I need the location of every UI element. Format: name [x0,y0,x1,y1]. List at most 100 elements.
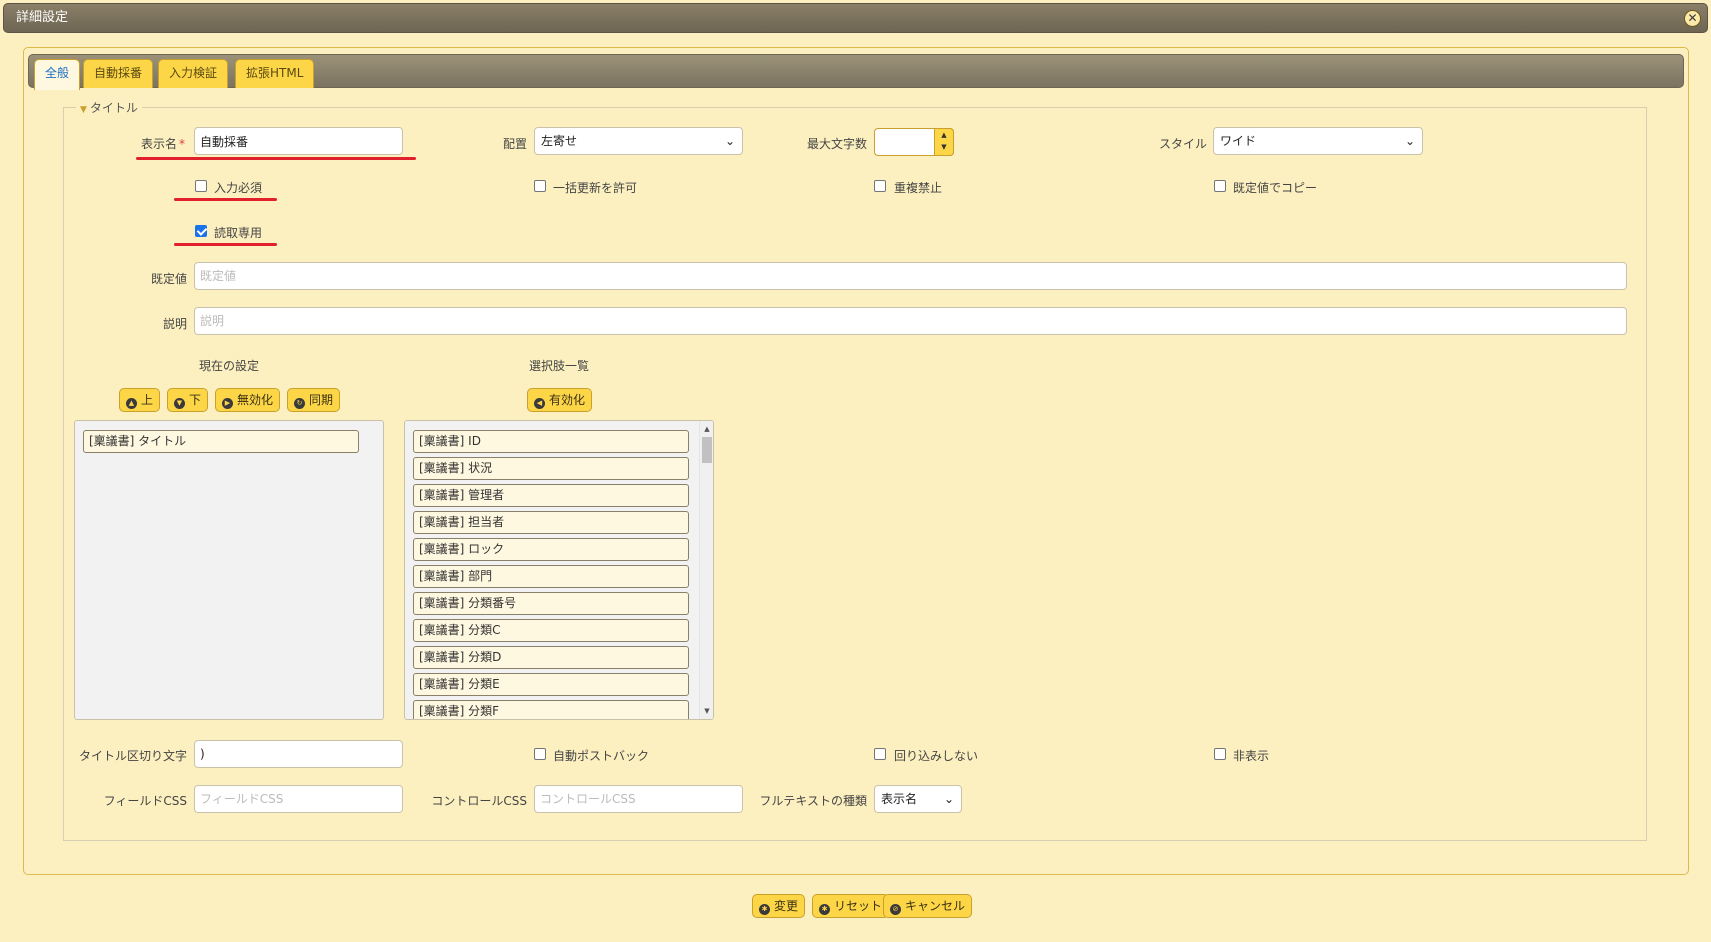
alignment-select[interactable]: 左寄せ ⌄ [534,127,743,155]
control-css-input[interactable] [534,785,743,813]
highlight-underline [174,243,277,246]
list-item[interactable]: [稟議書] 担当者 [413,511,689,534]
default-value-label: 既定値 [150,272,187,286]
read-only-checkbox[interactable] [195,225,207,237]
cancel-icon: ⊘ [890,904,901,915]
move-up-label: 上 [141,393,154,407]
max-length-label: 最大文字数 [806,137,867,151]
field-css-label: フィールドCSS [103,794,187,808]
change-button[interactable]: ✱ 変更 [752,894,806,918]
spinner-arrows-icon[interactable]: ▲ ▼ [934,128,954,156]
chevron-down-icon: ⌄ [724,134,735,148]
fulltext-type-label: フルテキストの種類 [759,794,867,808]
display-name-input[interactable] [194,127,403,155]
scroll-up-icon[interactable]: ▲ [700,425,713,433]
cancel-button[interactable]: ⊘ キャンセル [883,894,973,918]
read-only-label: 読取専用 [214,226,263,240]
tab-extended-html[interactable]: 拡張HTML [235,59,315,88]
scroll-down-icon[interactable]: ▼ [700,707,713,715]
sync-label: 同期 [309,393,334,407]
list-item[interactable]: [稟議書] 分類F [413,700,689,719]
list-item[interactable]: [稟議書] タイトル [83,430,359,453]
list-item[interactable]: [稟議書] 分類C [413,619,689,642]
fulltext-type-value: 表示名 [881,792,918,806]
enable-label: 有効化 [549,393,586,407]
cancel-label: キャンセル [905,899,966,913]
list-item[interactable]: [稟議書] ロック [413,538,689,561]
chevron-down-icon: ⌄ [1404,134,1415,148]
disable-label: 無効化 [237,393,274,407]
fulltext-type-select[interactable]: 表示名 ⌄ [874,785,962,813]
current-settings-heading: 現在の設定 [199,359,260,373]
list-item[interactable]: [稟議書] 管理者 [413,484,689,507]
description-input[interactable] [194,307,1627,335]
close-icon[interactable]: ✕ [1684,10,1701,27]
options-list[interactable]: [稟議書] ID [稟議書] 状況 [稟議書] 管理者 [稟議書] 担当者 [稟… [404,420,714,720]
no-wrap-checkbox[interactable] [874,748,886,760]
list-item[interactable]: [稟議書] 分類番号 [413,592,689,615]
sync-button[interactable]: ↻ 同期 [287,388,341,412]
alignment-value: 左寄せ [541,134,578,148]
chevron-down-icon: ⌄ [943,792,954,806]
move-up-button[interactable]: ▲ 上 [119,388,161,412]
style-value: ワイド [1220,134,1257,148]
no-duplicates-checkbox[interactable] [874,180,886,192]
default-value-input[interactable] [194,262,1627,290]
display-name-label-text: 表示名 [140,137,177,151]
dialog-title: 詳細設定 [16,10,69,25]
control-css-label: コントロールCSS [431,794,527,808]
list-item[interactable]: [稟議書] 分類D [413,646,689,669]
style-label: スタイル [1158,137,1207,151]
arrow-right-icon: ▶ [222,398,233,409]
required-checkbox[interactable] [195,180,207,192]
list-item[interactable]: [稟議書] 部門 [413,565,689,588]
list-item[interactable]: [稟議書] 分類E [413,673,689,696]
bulk-update-label: 一括更新を許可 [553,181,638,195]
required-label: 入力必須 [214,181,263,195]
gear-icon: ✱ [759,904,770,915]
tab-input-validation[interactable]: 入力検証 [158,59,229,88]
sync-icon: ↻ [294,398,305,409]
options-scrollbar[interactable]: ▲ ▼ [699,421,713,719]
reset-label: リセット [834,899,883,913]
title-separator-input[interactable] [194,740,403,768]
reset-button[interactable]: ✱ リセット [812,894,890,918]
copy-default-label: 既定値でコピー [1233,181,1318,195]
no-duplicates-label: 重複禁止 [894,181,943,195]
scroll-thumb[interactable] [702,437,712,463]
hidden-checkbox[interactable] [1214,748,1226,760]
no-wrap-label: 回り込みしない [894,749,979,763]
highlight-underline [174,198,277,201]
enable-button[interactable]: ◀ 有効化 [527,388,593,412]
dialog-titlebar: 詳細設定 ✕ [3,3,1708,33]
copy-default-checkbox[interactable] [1214,180,1226,192]
arrow-up-icon: ▲ [126,398,137,409]
caret-down-icon: ▼ [80,105,87,115]
auto-postback-label: 自動ポストバック [553,749,650,763]
title-separator-label: タイトル区切り文字 [78,749,187,763]
arrow-left-icon: ◀ [534,398,545,409]
highlight-underline [136,157,416,160]
display-name-label: 表示名 * [120,135,185,152]
gear-icon: ✱ [819,904,830,915]
description-label: 説明 [162,317,187,331]
max-length-spinner[interactable]: ▲ ▼ [874,128,954,156]
list-item[interactable]: [稟議書] 状況 [413,457,689,480]
options-list-heading: 選択肢一覧 [529,359,590,373]
style-select[interactable]: ワイド ⌄ [1213,127,1423,155]
list-item[interactable]: [稟議書] ID [413,430,689,453]
change-label: 変更 [774,899,799,913]
bulk-update-checkbox[interactable] [534,180,546,192]
move-down-label: 下 [189,393,202,407]
fieldset-legend[interactable]: ▼ タイトル [76,99,142,116]
current-settings-list[interactable]: [稟議書] タイトル [74,420,384,720]
tab-general[interactable]: 全般 [34,59,81,90]
move-down-button[interactable]: ▼ 下 [167,388,209,412]
field-css-input[interactable] [194,785,403,813]
arrow-down-icon: ▼ [174,398,185,409]
tab-auto-numbering[interactable]: 自動採番 [83,59,154,88]
disable-button[interactable]: ▶ 無効化 [215,388,281,412]
required-mark: * [179,137,185,151]
alignment-label: 配置 [502,137,527,151]
auto-postback-checkbox[interactable] [534,748,546,760]
